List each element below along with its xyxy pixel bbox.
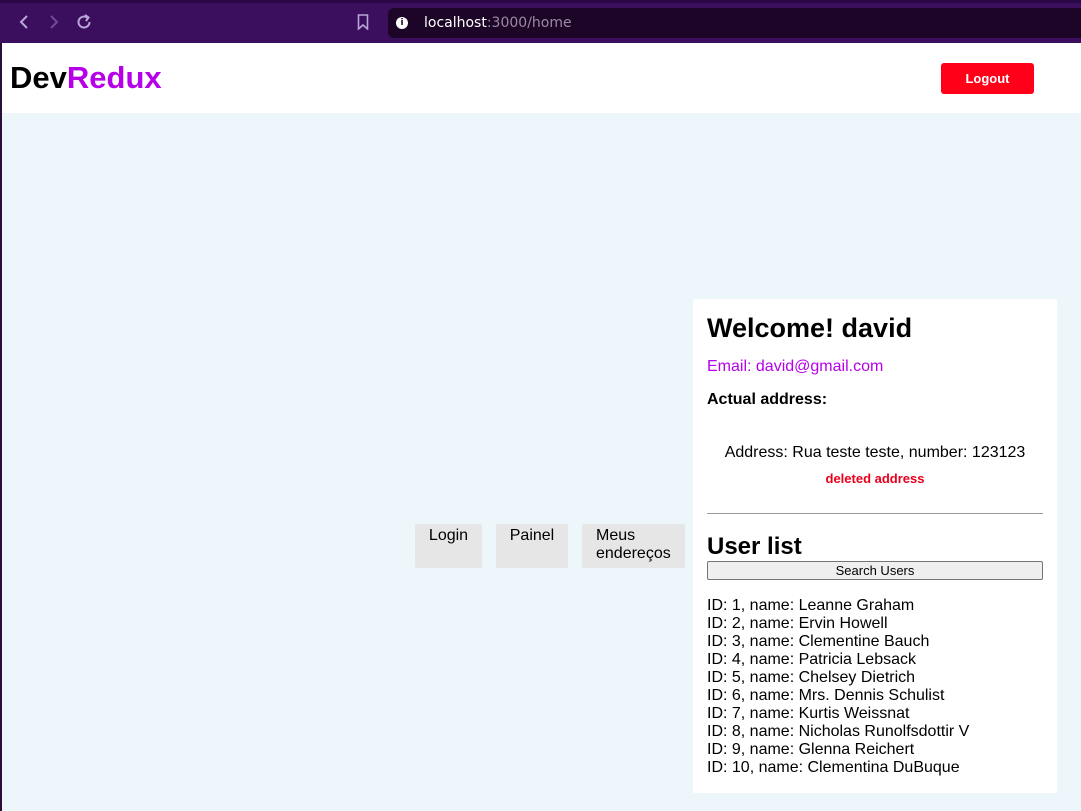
logo-dev: Dev [10,60,67,95]
menu-login-button[interactable]: Login [415,524,482,568]
welcome-heading: Welcome! david [707,313,913,343]
list-item: ID: 4, name: Patricia Lebsack [707,651,916,668]
list-item: ID: 1, name: Leanne Graham [707,597,915,614]
menu-enderecos-line2: endereços [596,545,671,562]
list-item: ID: 7, name: Kurtis Weissnat [707,705,910,722]
actual-address-label: Actual address: [707,391,828,408]
divider [707,513,1043,514]
bookmark-icon[interactable] [353,11,373,33]
user-list: ID: 1, name: Leanne Graham ID: 2, name: … [707,597,969,777]
url-text: localhost:3000/home [424,15,572,31]
menu-enderecos-line1: Meus [596,527,636,544]
url-path: :3000/home [486,15,572,31]
search-users-button[interactable]: Search Users [707,561,1043,580]
list-item: ID: 9, name: Glenna Reichert [707,741,915,758]
list-item: ID: 2, name: Ervin Howell [707,615,888,632]
back-arrow-icon[interactable] [13,11,35,33]
list-item: ID: 5, name: Chelsey Dietrich [707,669,916,686]
menu-enderecos-button[interactable]: Meus endereços [582,524,685,568]
top-header: DevRedux Logout [2,43,1081,113]
menu-painel-button[interactable]: Painel [496,524,568,568]
reload-icon[interactable] [73,11,95,33]
user-list-title: User list [707,533,802,560]
browser-toolbar: i localhost:3000/home [0,0,1081,43]
list-item: ID: 3, name: Clementine Bauch [707,633,930,650]
address-bar[interactable]: i localhost:3000/home [388,8,1081,38]
email-text: Email: david@gmail.com [707,358,884,375]
logo: DevRedux [10,60,162,96]
list-item: ID: 10, name: Clementina DuBuque [707,759,960,776]
profile-card: Welcome! david Email: david@gmail.com Ac… [693,299,1057,793]
deleted-address-button[interactable]: deleted address [693,471,1057,486]
logout-button[interactable]: Logout [941,63,1034,94]
list-item: ID: 8, name: Nicholas Runolfsdottir V [707,723,970,740]
logo-redux: Redux [66,60,162,95]
page: DevRedux Logout Login Painel Meus endere… [2,43,1081,811]
list-item: ID: 6, name: Mrs. Dennis Schulist [707,687,945,704]
address-text: Address: Rua teste teste, number: 123123 [724,444,1026,461]
forward-arrow-icon[interactable] [43,11,65,33]
url-host: localhost [424,15,487,31]
info-icon[interactable]: i [396,17,408,29]
